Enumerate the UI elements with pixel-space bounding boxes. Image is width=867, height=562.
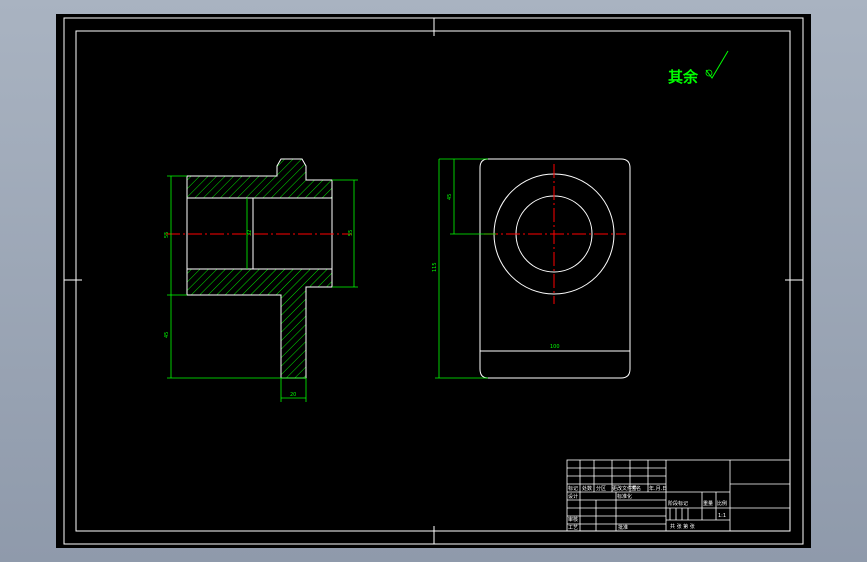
dim-section-left-lower: 45 <box>164 332 170 338</box>
tb-row-b-1: 设计 <box>568 493 578 500</box>
tb-row-d-2: 批准 <box>618 524 628 531</box>
dim-front-bottom-width: 100 <box>550 344 560 350</box>
outer-border <box>63 17 804 545</box>
cad-viewport[interactable]: 其余 55 32 55 45 20 45 115 100 标记 处数 分区 更改… <box>0 0 867 562</box>
tb-stage-mark: 阶段标记 <box>668 500 688 507</box>
hatch-lower <box>186 268 333 379</box>
tb-weight: 重量 <box>703 500 713 507</box>
tb-row-b-2: 标准化 <box>617 493 632 500</box>
dim-section-left-upper: 55 <box>164 232 170 238</box>
tb-sheets: 共 张 第 张 <box>670 523 695 530</box>
drawing-sheet: 其余 55 32 55 45 20 45 115 100 标记 处数 分区 更改… <box>56 14 811 548</box>
dim-section-center-bore: 32 <box>247 230 253 236</box>
tb-row-a-5: 签名 <box>631 485 641 492</box>
tb-scale: 比例 <box>717 500 727 507</box>
dim-section-right: 55 <box>348 230 354 236</box>
drawing-canvas: 其余 55 32 55 45 20 45 115 100 标记 处数 分区 更改… <box>63 17 804 545</box>
tb-row-c-1: 审核 <box>568 516 578 523</box>
tb-row-a-2: 处数 <box>582 485 592 492</box>
inner-border <box>75 30 791 532</box>
dim-front-left-tall: 115 <box>432 262 438 272</box>
surface-finish-symbol-icon <box>705 50 729 79</box>
tb-row-a-3: 分区 <box>596 485 606 492</box>
dim-section-bottom: 20 <box>290 392 296 398</box>
centering-marks <box>64 18 803 544</box>
front-view: 45 115 100 <box>432 158 631 379</box>
tb-scale-value: 1:1 <box>718 513 726 519</box>
hatch-upper <box>186 158 333 199</box>
tb-row-a-1: 标记 <box>568 485 578 492</box>
surface-finish-text: 其余 <box>668 68 699 86</box>
tb-row-d-1: 工艺 <box>568 525 578 531</box>
tb-row-a-6: 年.月.日 <box>649 485 667 492</box>
title-block: 标记 处数 分区 更改文件号 签名 年.月.日 设计 标准化 审核 工艺 批准 … <box>566 459 791 532</box>
surface-finish-note: 其余 <box>668 50 729 86</box>
section-view: 55 32 55 45 20 <box>164 158 358 402</box>
dim-front-left-short: 45 <box>447 194 453 200</box>
